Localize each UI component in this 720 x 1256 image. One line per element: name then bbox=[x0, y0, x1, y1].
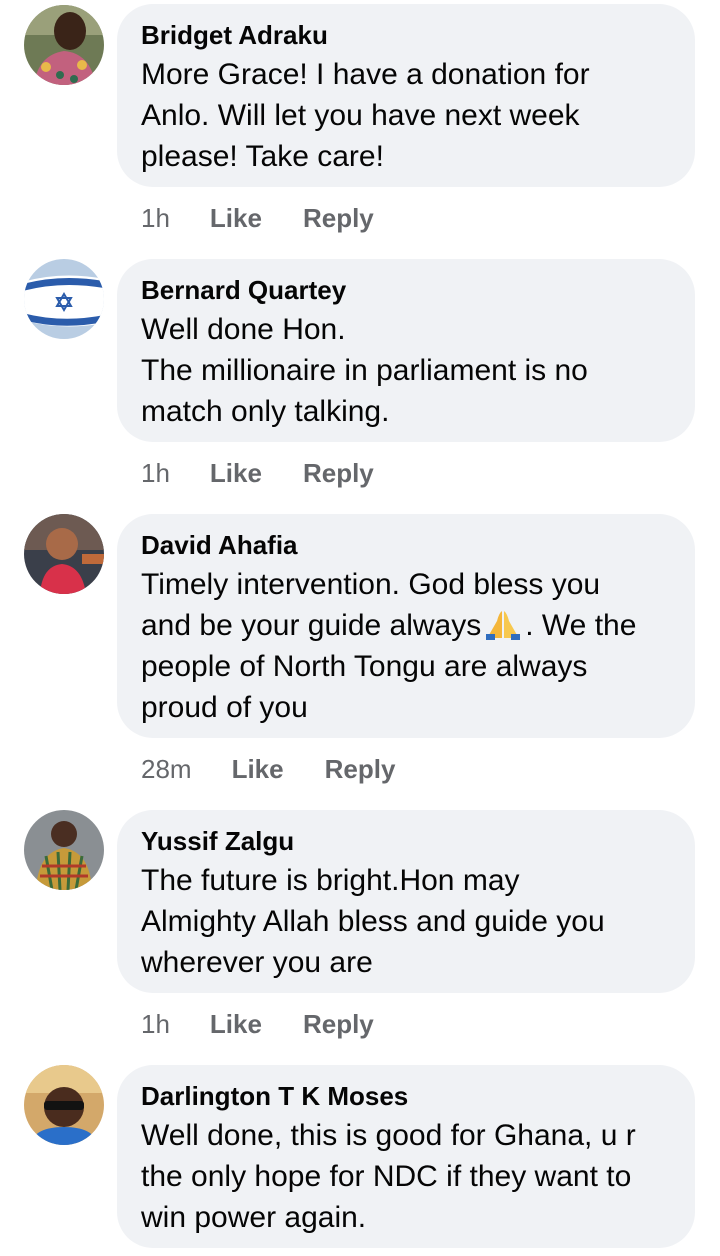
avatar[interactable] bbox=[24, 514, 104, 594]
comment-actions: 1h Like Reply bbox=[141, 1008, 374, 1040]
avatar[interactable] bbox=[24, 810, 104, 890]
comment-text-line: The future is bright.Hon may bbox=[141, 864, 520, 897]
comment-text-line: Anlo. Will let you have next week bbox=[141, 99, 580, 132]
comment-author[interactable]: Bridget Adraku bbox=[141, 19, 671, 51]
comment-text: Timely intervention. God bless you and b… bbox=[141, 564, 671, 728]
avatar[interactable] bbox=[24, 259, 104, 339]
comment-text: The future is bright.Hon may Almighty Al… bbox=[141, 860, 671, 983]
comment-text-line: Well done Hon. bbox=[141, 313, 346, 346]
like-button[interactable]: Like bbox=[232, 753, 284, 785]
comment-timestamp[interactable]: 1h bbox=[141, 457, 170, 489]
comment-actions: 1h Like Reply bbox=[141, 202, 374, 234]
avatar[interactable] bbox=[24, 5, 104, 85]
comment-text-line: Almighty Allah bless and guide you bbox=[141, 905, 605, 938]
comment-text-line: More Grace! I have a donation for bbox=[141, 58, 590, 91]
comment-text-line: please! Take care! bbox=[141, 140, 384, 173]
comment-text-line: and be your guide always . We the bbox=[141, 605, 671, 646]
comment-text-line: win power again. bbox=[141, 1201, 367, 1234]
avatar[interactable] bbox=[24, 1065, 104, 1145]
comment-author[interactable]: Yussif Zalgu bbox=[141, 825, 671, 857]
comment-author[interactable]: David Ahafia bbox=[141, 529, 671, 561]
comment-actions: 28m Like Reply bbox=[141, 753, 395, 785]
reply-button[interactable]: Reply bbox=[325, 753, 396, 785]
avatar-photo-icon bbox=[24, 1065, 104, 1145]
comment-text-line: match only talking. bbox=[141, 395, 390, 428]
like-button[interactable]: Like bbox=[210, 202, 262, 234]
comment-text-segment: . We the bbox=[525, 609, 637, 642]
comment-bubble: Yussif Zalgu The future is bright.Hon ma… bbox=[117, 810, 695, 993]
comment-timestamp[interactable]: 1h bbox=[141, 1008, 170, 1040]
avatar-photo-icon bbox=[24, 810, 104, 890]
comment-text-line: Well done, this is good for Ghana, u r bbox=[141, 1119, 636, 1152]
comment-text-line: people of North Tongu are always bbox=[141, 650, 588, 683]
reply-button[interactable]: Reply bbox=[303, 202, 374, 234]
praying-hands-icon bbox=[486, 611, 521, 640]
avatar-photo-icon bbox=[24, 5, 104, 85]
reply-button[interactable]: Reply bbox=[303, 457, 374, 489]
comment-bubble: Bernard Quartey Well done Hon. The milli… bbox=[117, 259, 695, 442]
comment-text-line: the only hope for NDC if they want to bbox=[141, 1160, 632, 1193]
avatar-photo-icon bbox=[24, 514, 104, 594]
comment-text-line: Timely intervention. God bless you bbox=[141, 568, 601, 601]
like-button[interactable]: Like bbox=[210, 457, 262, 489]
comment-timestamp[interactable]: 28m bbox=[141, 753, 192, 785]
reply-button[interactable]: Reply bbox=[303, 1008, 374, 1040]
comment-text-line: proud of you bbox=[141, 691, 308, 724]
comment-text: More Grace! I have a donation for Anlo. … bbox=[141, 54, 671, 177]
comment-timestamp[interactable]: 1h bbox=[141, 202, 170, 234]
comment-bubble: Bridget Adraku More Grace! I have a dona… bbox=[117, 4, 695, 187]
comment-text: Well done, this is good for Ghana, u r t… bbox=[141, 1115, 671, 1238]
comment-author[interactable]: Bernard Quartey bbox=[141, 274, 671, 306]
comment-text: Well done Hon. The millionaire in parlia… bbox=[141, 309, 671, 432]
comment-text-segment: and be your guide always bbox=[141, 609, 482, 642]
comment-actions: 1h Like Reply bbox=[141, 457, 374, 489]
comment-author[interactable]: Darlington T K Moses bbox=[141, 1080, 671, 1112]
avatar-israel-flag-icon bbox=[24, 259, 104, 339]
comment-text-line: The millionaire in parliament is no bbox=[141, 354, 588, 387]
comment-bubble: David Ahafia Timely intervention. God bl… bbox=[117, 514, 695, 738]
comment-text-line: wherever you are bbox=[141, 946, 373, 979]
comment-bubble: Darlington T K Moses Well done, this is … bbox=[117, 1065, 695, 1248]
like-button[interactable]: Like bbox=[210, 1008, 262, 1040]
